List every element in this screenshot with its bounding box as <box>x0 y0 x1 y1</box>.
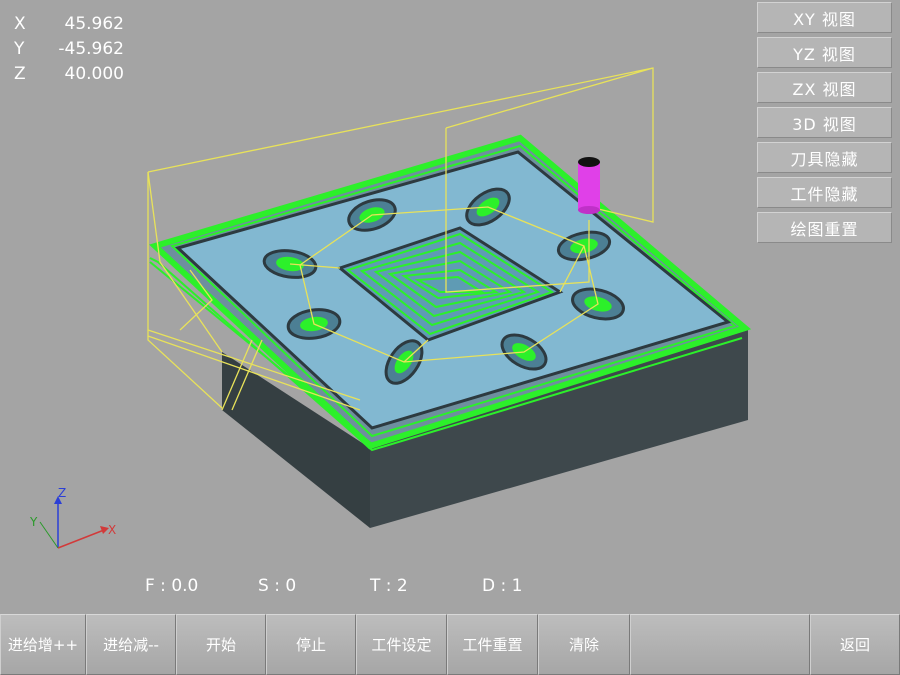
feed-decrease-button[interactable]: 进给减-- <box>86 614 176 675</box>
tool-number-status: T : 2 <box>370 576 408 596</box>
hide-tool-button[interactable]: 刀具隐藏 <box>757 142 892 173</box>
yz-view-button[interactable]: YZ 视图 <box>757 37 892 68</box>
axis-z-label: Z <box>58 486 66 500</box>
status-bar: F : 0.0 S : 0 T : 2 D : 1 <box>0 576 900 598</box>
axis-indicator: Z X Y <box>29 486 116 549</box>
axis-y-label: Y <box>29 515 38 529</box>
stop-button[interactable]: 停止 <box>266 614 356 675</box>
3d-view-button[interactable]: 3D 视图 <box>757 107 892 138</box>
coord-y-value: -45.962 <box>58 39 124 59</box>
xy-view-button[interactable]: XY 视图 <box>757 2 892 33</box>
zx-view-button[interactable]: ZX 视图 <box>757 72 892 103</box>
coord-x-label: X <box>14 14 26 34</box>
view-button-panel: XY 视图 YZ 视图 ZX 视图 3D 视图 刀具隐藏 工件隐藏 绘图重置 <box>757 2 892 247</box>
coord-x-value: 45.962 <box>64 14 124 34</box>
blank-button[interactable] <box>630 614 810 675</box>
start-button[interactable]: 开始 <box>176 614 266 675</box>
spindle-speed-status: S : 0 <box>258 576 297 596</box>
coord-y-row: Y -45.962 <box>14 37 124 62</box>
coord-x-row: X 45.962 <box>14 12 124 37</box>
axis-x-label: X <box>108 523 116 537</box>
coord-z-row: Z 40.000 <box>14 62 124 87</box>
reset-drawing-button[interactable]: 绘图重置 <box>757 212 892 243</box>
hide-workpiece-button[interactable]: 工件隐藏 <box>757 177 892 208</box>
feed-rate-status: F : 0.0 <box>145 576 199 596</box>
coord-y-label: Y <box>14 39 25 59</box>
feed-increase-button[interactable]: 进给增++ <box>0 614 86 675</box>
back-button[interactable]: 返回 <box>810 614 900 675</box>
bottom-toolbar: 进给增++ 进给减-- 开始 停止 工件设定 工件重置 清除 返回 <box>0 614 900 675</box>
workpiece-settings-button[interactable]: 工件设定 <box>356 614 447 675</box>
coord-z-value: 40.000 <box>64 64 124 84</box>
cutting-tool <box>578 157 600 214</box>
clear-button[interactable]: 清除 <box>538 614 630 675</box>
coord-z-label: Z <box>14 64 26 84</box>
d-value-status: D : 1 <box>482 576 523 596</box>
workpiece-reset-button[interactable]: 工件重置 <box>447 614 538 675</box>
coordinate-readout: X 45.962 Y -45.962 Z 40.000 <box>14 12 124 87</box>
